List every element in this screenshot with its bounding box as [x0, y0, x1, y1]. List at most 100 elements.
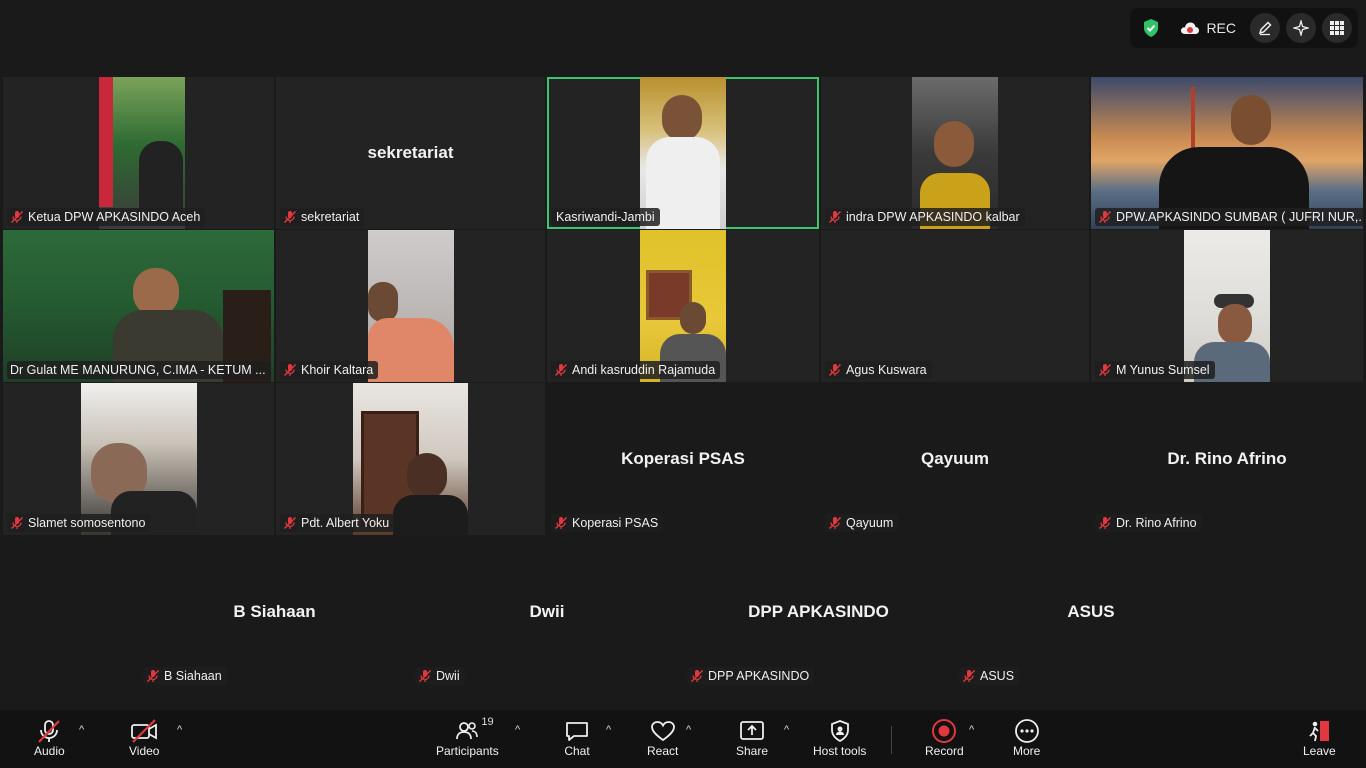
- participant-tile[interactable]: Khoir Kaltara: [276, 230, 545, 382]
- participant-display-name: Dr. Rino Afrino: [1167, 449, 1287, 468]
- muted-mic-icon: [418, 669, 432, 683]
- name-text: Dwii: [436, 669, 460, 683]
- participants-count: 19: [481, 716, 494, 728]
- video-feed: [81, 383, 197, 535]
- participant-tile[interactable]: indra DPW APKASINDO kalbar: [821, 77, 1089, 229]
- video-options-chevron-up-icon[interactable]: ^: [177, 724, 182, 736]
- name-text: ASUS: [980, 669, 1015, 683]
- participant-tile[interactable]: Dwii Dwii: [411, 536, 683, 688]
- participant-tile[interactable]: Koperasi PSAS Koperasi PSAS: [547, 383, 819, 535]
- participant-name-label: Ketua DPW APKASINDO Aceh: [7, 208, 206, 226]
- participant-tile[interactable]: Pdt. Albert Yoku: [276, 383, 545, 535]
- record-icon: [932, 719, 957, 743]
- name-text: sekretariat: [301, 210, 360, 224]
- host-tools-button[interactable]: Host tools: [813, 718, 866, 758]
- share-label: Share: [736, 744, 769, 758]
- recording-indicator[interactable]: REC: [1172, 20, 1244, 36]
- chat-options-chevron-up-icon[interactable]: ^: [606, 724, 611, 736]
- participant-tile[interactable]: sekretariat sekretariat: [276, 77, 545, 229]
- top-bar: REC: [0, 0, 1366, 76]
- video-feed: [368, 230, 454, 382]
- participant-tile[interactable]: Qayuum Qayuum: [821, 383, 1089, 535]
- participant-tile[interactable]: Slamet somosentono: [3, 383, 274, 535]
- chat-button[interactable]: Chat: [564, 718, 590, 758]
- name-text: Slamet somosentono: [28, 516, 146, 530]
- name-text: Andi kasruddin Rajamuda: [572, 363, 716, 377]
- video-feed: [3, 230, 274, 382]
- more-label: More: [1013, 744, 1041, 758]
- name-text: Agus Kuswara: [846, 363, 927, 377]
- participant-display-name: sekretariat: [367, 143, 454, 162]
- participant-tile[interactable]: Ketua DPW APKASINDO Aceh: [3, 77, 274, 229]
- participant-display-name: ASUS: [1067, 602, 1115, 621]
- participant-name-label: DPP APKASINDO: [687, 667, 815, 685]
- name-text: Dr. Rino Afrino: [1116, 516, 1197, 530]
- video-off-icon: [131, 719, 158, 743]
- share-options-chevron-up-icon[interactable]: ^: [784, 724, 789, 736]
- participant-name-label: Dr. Rino Afrino: [1095, 514, 1202, 532]
- muted-mic-icon: [283, 363, 297, 377]
- name-text: DPP APKASINDO: [708, 669, 810, 683]
- top-controls: REC: [1130, 8, 1358, 48]
- participant-name-label: M Yunus Sumsel: [1095, 361, 1215, 379]
- name-text: B Siahaan: [164, 669, 222, 683]
- annotate-button[interactable]: [1250, 13, 1280, 43]
- video-label: Video: [129, 744, 160, 758]
- video-feed: [912, 77, 998, 229]
- video-button[interactable]: Video: [129, 718, 159, 758]
- muted-mic-icon: [1098, 516, 1112, 530]
- name-text: Koperasi PSAS: [572, 516, 659, 530]
- record-label: Record: [925, 744, 964, 758]
- more-button[interactable]: More: [1013, 718, 1040, 758]
- participant-tile[interactable]: DPW.APKASINDO SUMBAR ( JUFRI NUR,...: [1091, 77, 1363, 229]
- participants-button[interactable]: 19 Participants: [436, 716, 499, 758]
- muted-mic-icon: [554, 516, 568, 530]
- more-options-icon: [1014, 719, 1039, 743]
- participant-tile[interactable]: M Yunus Sumsel: [1091, 230, 1363, 382]
- participant-name-label: Pdt. Albert Yoku: [280, 514, 395, 532]
- participant-name-label: Dr Gulat ME MANURUNG, C.IMA - KETUM ...: [7, 361, 271, 379]
- audio-label: Audio: [34, 744, 65, 758]
- participant-tile[interactable]: Dr. Rino Afrino Dr. Rino Afrino: [1091, 383, 1363, 535]
- participant-tile[interactable]: B Siahaan B Siahaan: [139, 536, 410, 688]
- muted-mic-icon: [962, 669, 976, 683]
- audio-button[interactable]: Audio: [34, 718, 65, 758]
- leave-label: Leave: [1303, 744, 1336, 758]
- name-text: Ketua DPW APKASINDO Aceh: [28, 210, 201, 224]
- video-feed: [353, 383, 468, 535]
- participant-tile[interactable]: Dr Gulat ME MANURUNG, C.IMA - KETUM ...: [3, 230, 274, 382]
- name-text: Pdt. Albert Yoku: [301, 516, 390, 530]
- participants-icon: [456, 722, 479, 740]
- participant-name-label: Slamet somosentono: [7, 514, 151, 532]
- toolbar-divider: [891, 726, 892, 754]
- react-label: React: [647, 744, 679, 758]
- apps-button[interactable]: [1322, 13, 1352, 43]
- react-button[interactable]: React: [647, 718, 678, 758]
- audio-options-chevron-up-icon[interactable]: ^: [79, 724, 84, 736]
- muted-mic-icon: [828, 210, 842, 224]
- react-options-chevron-up-icon[interactable]: ^: [686, 724, 691, 736]
- ai-companion-button[interactable]: [1286, 13, 1316, 43]
- record-button[interactable]: Record: [925, 718, 964, 758]
- participant-tile[interactable]: ASUS ASUS: [955, 536, 1227, 688]
- share-button[interactable]: Share: [736, 718, 768, 758]
- participant-tile[interactable]: DPP APKASINDO DPP APKASINDO: [683, 536, 954, 688]
- security-shield-icon[interactable]: [1136, 13, 1166, 43]
- participant-tile[interactable]: Agus Kuswara: [821, 230, 1089, 382]
- video-feed: [1184, 230, 1270, 382]
- meeting-toolbar: Audio ^ Video ^ 19 Participants ^ Chat ^…: [0, 710, 1366, 768]
- participants-options-chevron-up-icon[interactable]: ^: [515, 724, 520, 736]
- pencil-icon: [1258, 21, 1272, 36]
- participant-name-label: ASUS: [959, 667, 1020, 685]
- participant-tile-active-speaker[interactable]: Kasriwandi-Jambi: [547, 77, 819, 229]
- participant-display-name: Dwii: [529, 602, 565, 621]
- participant-tile[interactable]: Andi kasruddin Rajamuda: [547, 230, 819, 382]
- record-options-chevron-up-icon[interactable]: ^: [969, 724, 974, 736]
- rec-label: REC: [1206, 20, 1236, 36]
- shield-icon: [830, 720, 849, 743]
- muted-mic-icon: [10, 516, 24, 530]
- name-text: M Yunus Sumsel: [1116, 363, 1210, 377]
- muted-mic-icon: [283, 210, 297, 224]
- muted-mic-icon: [1098, 210, 1112, 224]
- leave-button[interactable]: Leave: [1303, 718, 1336, 758]
